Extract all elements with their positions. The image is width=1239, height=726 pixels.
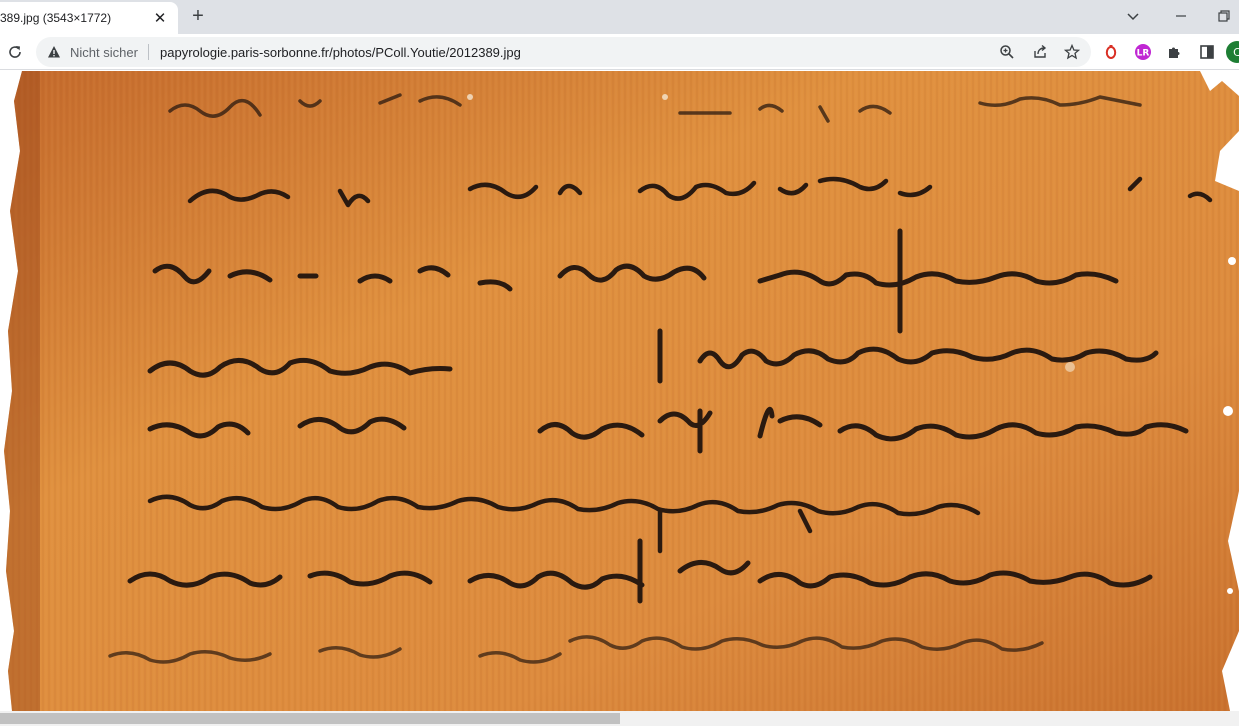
security-indicator[interactable]: Nicht sicher (70, 45, 138, 60)
sidepanel-icon[interactable] (1197, 42, 1217, 62)
reload-icon[interactable] (4, 41, 26, 63)
avatar[interactable]: C (1226, 41, 1239, 63)
extension-icon[interactable]: LR (1133, 42, 1153, 62)
url-text[interactable]: papyrologie.paris-sorbonne.fr/photos/PCo… (160, 45, 521, 60)
star-icon[interactable] (1063, 43, 1081, 61)
tab-title: 389.jpg (3543×1772) (0, 11, 112, 25)
puzzle-icon[interactable] (1165, 42, 1185, 62)
extension-icon[interactable] (1101, 42, 1121, 62)
browser-toolbar: Nicht sicher papyrologie.paris-sorbonne.… (0, 34, 1239, 70)
address-bar[interactable]: Nicht sicher papyrologie.paris-sorbonne.… (36, 37, 1091, 67)
warning-icon[interactable] (46, 44, 62, 60)
papyrus-image[interactable] (0, 71, 1239, 711)
zoom-icon[interactable] (998, 43, 1016, 61)
tab-strip: 389.jpg (3543×1772) ✕ + (0, 0, 1239, 34)
restore-icon[interactable] (1213, 5, 1235, 27)
image-viewport (0, 71, 1239, 711)
divider (148, 44, 149, 60)
tab-active[interactable]: 389.jpg (3543×1772) ✕ (0, 2, 178, 34)
new-tab-button[interactable]: + (187, 5, 209, 27)
svg-text:LR: LR (1137, 49, 1150, 59)
svg-text:C: C (1233, 46, 1239, 59)
share-icon[interactable] (1031, 43, 1049, 61)
horizontal-scrollbar[interactable] (0, 711, 1239, 726)
scrollbar-thumb[interactable] (0, 713, 620, 724)
chevron-down-icon[interactable] (1122, 5, 1144, 27)
tab-close-icon[interactable]: ✕ (152, 10, 168, 27)
minimize-icon[interactable] (1170, 5, 1192, 27)
